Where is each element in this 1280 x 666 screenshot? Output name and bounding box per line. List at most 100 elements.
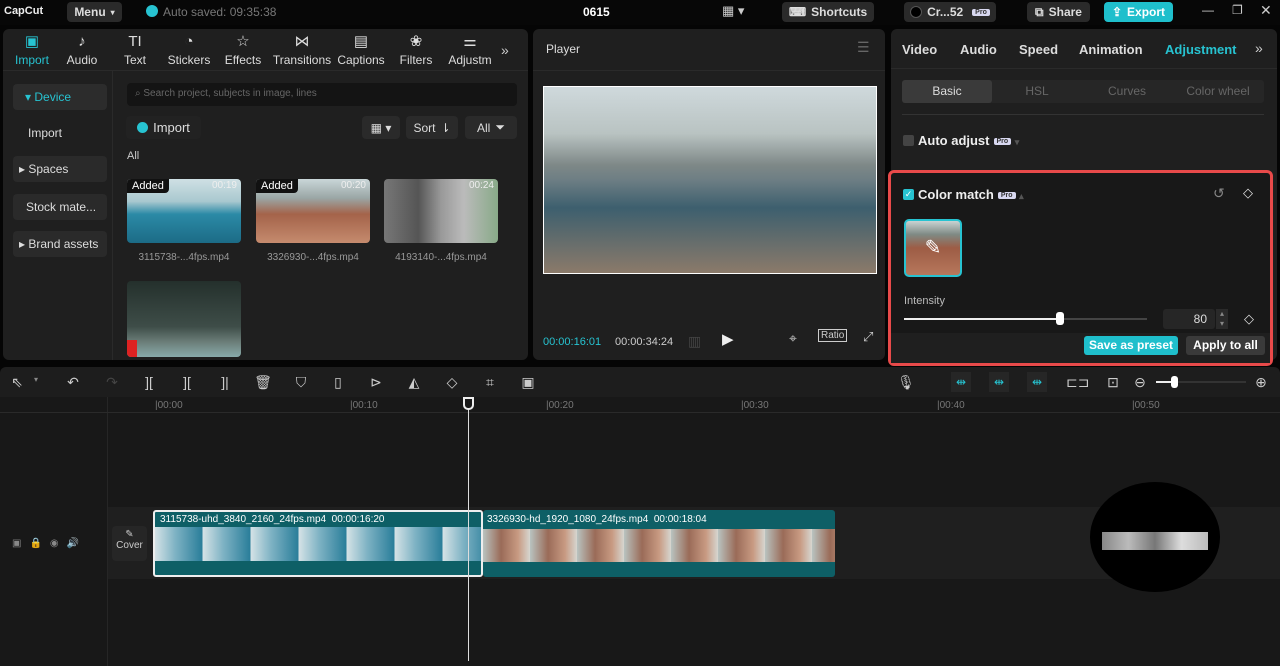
close-icon[interactable]: ✕ — [1260, 2, 1272, 19]
import-button[interactable]: Import — [126, 116, 201, 139]
focus-icon[interactable]: ⌖ — [789, 330, 797, 347]
menu-button[interactable]: Menu ▾ — [67, 2, 122, 22]
microphone-icon[interactable]: 🎙 — [897, 373, 915, 391]
tab-import[interactable]: ▣ Import — [7, 33, 57, 67]
select-tool-icon[interactable]: ⇖ — [8, 373, 26, 391]
tab-stickers[interactable]: ◔ Stickers — [163, 33, 215, 67]
zoom-slider[interactable] — [1156, 376, 1246, 388]
player-menu-icon[interactable]: ☰ — [857, 39, 870, 56]
mirror-icon[interactable]: ◭ — [405, 373, 423, 391]
time-ruler[interactable]: |00:00 |00:10 |00:20 |00:30 |00:40 |00:5… — [0, 397, 1280, 413]
tab-text[interactable]: TI Text — [107, 33, 163, 67]
play-button[interactable]: ▶ — [722, 330, 734, 348]
sidebar-item-brand-assets[interactable]: ▸ Brand assets — [13, 231, 107, 257]
tab-video[interactable]: Video — [902, 42, 937, 57]
track-controls[interactable]: ▣🔒◉🔊 — [12, 538, 87, 549]
lock-icon[interactable]: 🔒 — [29, 538, 49, 549]
freeze-icon[interactable]: ▯ — [329, 373, 347, 391]
project-name[interactable]: 0615 — [583, 5, 610, 19]
chevron-up-icon[interactable]: ▴ — [1019, 191, 1024, 201]
eye-icon[interactable]: ◉ — [50, 538, 67, 549]
slider-handle[interactable] — [1055, 312, 1064, 325]
auto-adjust-checkbox[interactable] — [903, 135, 914, 146]
search-input[interactable]: ⌕ Search project, subjects in image, lin… — [127, 83, 517, 106]
slider-handle[interactable] — [1171, 376, 1178, 388]
tab-filters[interactable]: ❀ Filters — [389, 33, 443, 67]
filter-button[interactable]: All ⏷ — [465, 116, 517, 139]
split-left-icon[interactable]: ][ — [178, 373, 196, 391]
sort-button[interactable]: Sort ⇂ — [406, 116, 458, 139]
sidebar-item-stock[interactable]: Stock mate... — [13, 194, 107, 220]
stepper-icon[interactable]: ▴ ▾ — [1216, 309, 1228, 329]
sidebar-item-spaces[interactable]: ▸ Spaces — [13, 156, 107, 182]
zoom-out-icon[interactable]: ⊖ — [1131, 373, 1149, 391]
playhead[interactable] — [468, 397, 469, 661]
subtab-basic[interactable]: Basic — [902, 80, 992, 103]
tab-captions[interactable]: ▤ Captions — [333, 33, 389, 67]
split-right-icon[interactable]: ]| — [216, 373, 234, 391]
more-tabs-icon[interactable]: » — [1255, 40, 1263, 56]
media-item[interactable]: Added 00:20 3326930-...4fps.mp4 — [256, 179, 370, 263]
split-icon[interactable]: ][ — [140, 373, 158, 391]
intensity-slider[interactable] — [904, 312, 1147, 325]
tab-audio[interactable]: ♪ Audio — [57, 33, 107, 67]
subtab-curves[interactable]: Curves — [1082, 80, 1172, 103]
keyframe-icon[interactable]: ◇ — [1244, 311, 1254, 327]
media-item[interactable]: 00:24 4193140-...4fps.mp4 — [384, 179, 498, 263]
tab-animation[interactable]: Animation — [1079, 42, 1143, 57]
apply-to-all-button[interactable]: Apply to all — [1186, 336, 1265, 355]
subtab-color-wheel[interactable]: Color wheel — [1172, 80, 1264, 103]
track-toggle-icon[interactable]: ▣ — [12, 538, 29, 549]
zoom-fit-icon[interactable]: ⊡ — [1104, 373, 1122, 391]
delete-icon[interactable]: 🗑 — [254, 373, 272, 391]
split-preview-icon[interactable]: ⊏⊐ — [1066, 373, 1089, 391]
intensity-input[interactable]: 80 — [1163, 309, 1215, 329]
account-button[interactable]: Cr...52 Pro — [904, 2, 996, 22]
tab-effects[interactable]: ☆ Effects — [215, 33, 271, 67]
ratio-button[interactable]: Ratio — [818, 329, 848, 342]
color-match-checkbox[interactable]: ✓ — [903, 189, 914, 200]
tab-adjustment[interactable]: ⚌ Adjustm — [443, 33, 497, 67]
sidebar-item-device[interactable]: ▾ Device — [13, 84, 107, 110]
remove-bg-icon[interactable]: ▣ — [519, 373, 537, 391]
reset-icon[interactable]: ↺ — [1213, 185, 1225, 202]
media-item[interactable] — [127, 281, 241, 357]
layout-icon[interactable]: ▦ ▾ — [722, 3, 744, 19]
reverse-icon[interactable]: ⊳ — [367, 373, 385, 391]
video-preview[interactable] — [543, 86, 877, 274]
sidebar-item-import[interactable]: Import — [13, 120, 107, 146]
share-button[interactable]: ⧉ Share — [1027, 2, 1090, 22]
view-toggle[interactable]: ▦ ▾ — [362, 116, 400, 139]
tab-transitions[interactable]: ⋈ Transitions — [271, 33, 333, 67]
shortcuts-button[interactable]: ⌨ Shortcuts — [782, 2, 874, 22]
link-icon[interactable]: ⇹ — [1027, 372, 1047, 392]
magnet-link-icon[interactable]: ⇹ — [951, 372, 971, 392]
playhead-handle[interactable] — [463, 397, 474, 410]
tab-adjustment[interactable]: Adjustment — [1165, 42, 1237, 57]
fullscreen-icon[interactable]: ⤢ — [863, 329, 873, 345]
timeline-clip[interactable]: 3115738-uhd_3840_2160_24fps.mp4 00:00:16… — [153, 510, 483, 577]
chevron-down-icon[interactable]: ▾ — [1015, 137, 1020, 147]
tab-audio[interactable]: Audio — [960, 42, 997, 57]
save-preset-button[interactable]: Save as preset — [1084, 336, 1178, 355]
rotate-icon[interactable]: ◇ — [443, 373, 461, 391]
keyframe-icon[interactable]: ◇ — [1243, 185, 1253, 201]
redo-icon[interactable]: ↷ — [103, 373, 121, 391]
cover-button[interactable]: ✎ Cover — [112, 526, 147, 561]
undo-icon[interactable]: ↶ — [64, 373, 82, 391]
subtab-hsl[interactable]: HSL — [992, 80, 1082, 103]
chevron-down-icon[interactable]: ▾ — [34, 375, 38, 384]
timeline-clip[interactable]: 3326930-hd_1920_1080_24fps.mp4 00:00:18:… — [483, 510, 835, 577]
waveform-icon[interactable]: ▥ — [688, 333, 701, 350]
reference-image-edit[interactable]: ✎ — [904, 219, 962, 277]
export-button[interactable]: ⇪ Export — [1104, 2, 1173, 22]
snap-icon[interactable]: ⇹ — [989, 372, 1009, 392]
tab-speed[interactable]: Speed — [1019, 42, 1058, 57]
audio-icon[interactable]: 🔊 — [67, 538, 87, 549]
minimize-icon[interactable]: — — [1202, 3, 1214, 17]
mark-icon[interactable]: ⛉ — [292, 373, 310, 391]
more-tabs-icon[interactable]: » — [501, 42, 509, 58]
media-item[interactable]: Added 00:19 3115738-...4fps.mp4 — [127, 179, 241, 263]
zoom-in-icon[interactable]: ⊕ — [1252, 373, 1270, 391]
crop-icon[interactable]: ⌗ — [481, 373, 499, 391]
